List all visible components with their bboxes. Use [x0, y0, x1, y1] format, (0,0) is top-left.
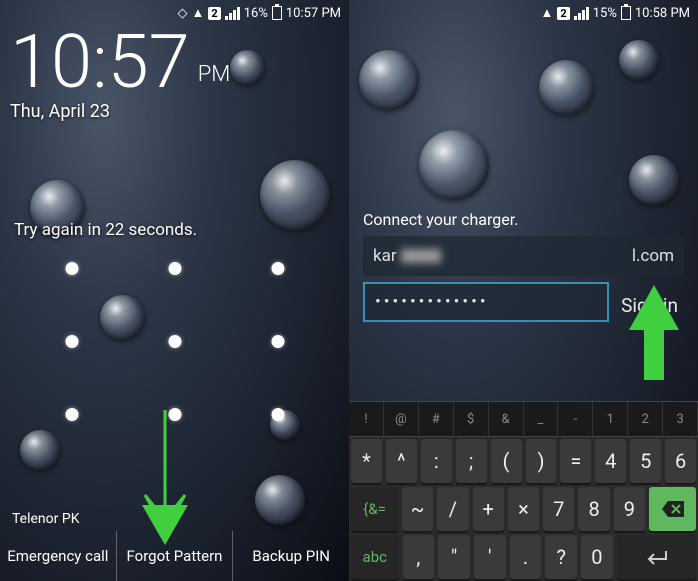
battery-icon: .phone:first-child .batt::after{height:1… [272, 6, 282, 20]
key[interactable]: ' [474, 535, 506, 579]
pattern-dot[interactable] [168, 335, 181, 348]
key[interactable]: ( [491, 439, 522, 483]
key[interactable]: 0 [581, 535, 613, 579]
right-phone: ▲ 2 15% .phone:last-child .batt::after{h… [349, 0, 698, 581]
key[interactable]: 5 [630, 439, 661, 483]
pattern-dot[interactable] [271, 335, 284, 348]
forgot-pattern-button[interactable]: Forgot Pattern [117, 531, 233, 581]
sym-key[interactable]: _ [524, 402, 559, 436]
sym-key[interactable]: ! [349, 402, 384, 436]
clock-ampm: PM [198, 65, 231, 85]
abc-toggle-key[interactable]: abc [351, 535, 399, 579]
key[interactable]: . [510, 535, 542, 579]
sym-key[interactable]: 1 [593, 402, 628, 436]
key[interactable]: ? [545, 535, 577, 579]
key[interactable]: * [351, 439, 382, 483]
sym-key[interactable]: # [419, 402, 454, 436]
carrier-label: Telenor PK [12, 511, 79, 527]
sym-key[interactable]: & [489, 402, 524, 436]
battery-percent: 15% [593, 6, 617, 21]
pattern-dot[interactable] [271, 408, 284, 421]
clock-time: 10:57 [10, 30, 190, 97]
pattern-dot[interactable] [271, 262, 284, 275]
pattern-dot[interactable] [65, 335, 78, 348]
sym-key[interactable]: @ [384, 402, 419, 436]
battery-percent: 16% [244, 6, 268, 21]
key[interactable]: + [473, 487, 504, 531]
pattern-grid[interactable] [65, 262, 284, 421]
signal-bars-icon [225, 7, 240, 20]
left-phone: ◇ ▲ 2 16% .phone:first-child .batt::afte… [0, 0, 349, 581]
sym-key[interactable]: $ [454, 402, 489, 436]
key[interactable]: ^ [386, 439, 417, 483]
pattern-dot[interactable] [168, 408, 181, 421]
key[interactable]: × [508, 487, 539, 531]
key[interactable]: / [437, 487, 468, 531]
login-form: kar l.com ••••••••••••• Sign in [363, 236, 684, 328]
key[interactable]: = [560, 439, 591, 483]
connect-charger-message: Connect your charger. [363, 210, 518, 229]
status-time: 10:57 PM [286, 6, 341, 21]
emergency-call-button[interactable]: Emergency call [0, 531, 116, 581]
annotation-arrow-icon [130, 400, 200, 550]
email-field[interactable]: kar l.com [363, 236, 684, 276]
status-bar: ▲ 2 15% .phone:last-child .batt::after{h… [349, 0, 698, 26]
password-field[interactable]: ••••••••••••• [363, 282, 609, 322]
redacted-text [401, 249, 441, 263]
lockscreen-clock: 10:57 PM Thu, April 23 [10, 30, 230, 122]
key[interactable]: , [403, 535, 435, 579]
key[interactable]: " [438, 535, 470, 579]
key[interactable]: 4 [595, 439, 626, 483]
status-bar: ◇ ▲ 2 16% .phone:first-child .batt::afte… [0, 0, 349, 26]
pattern-dot[interactable] [65, 408, 78, 421]
key[interactable]: 8 [578, 487, 609, 531]
signal-bars-icon [574, 7, 589, 20]
sym-key[interactable]: 3 [663, 402, 698, 436]
wifi-icon: ◇ [178, 6, 188, 21]
key[interactable]: 9 [614, 487, 645, 531]
key[interactable]: 7 [543, 487, 574, 531]
sim-indicator: 2 [557, 7, 569, 20]
symbol-row: !@#$&_-123 [349, 401, 698, 437]
keyboard: !@#$&_-123 *^:;()=456 {&= ~/+× 789 abc ,… [349, 401, 698, 581]
sym-key[interactable]: - [558, 402, 593, 436]
status-time: 10:58 PM [635, 6, 690, 21]
pattern-dot[interactable] [65, 262, 78, 275]
try-again-message: Try again in 22 seconds. [14, 220, 197, 240]
backup-pin-button[interactable]: Backup PIN [233, 531, 349, 581]
bottom-bar: Emergency call Forgot Pattern Backup PIN [0, 531, 349, 581]
pattern-dot[interactable] [168, 262, 181, 275]
sim-indicator: 2 [208, 7, 220, 20]
backspace-key[interactable] [649, 487, 696, 531]
key[interactable]: ) [526, 439, 557, 483]
enter-key[interactable] [617, 535, 696, 579]
symbols-toggle-key[interactable]: {&= [351, 487, 398, 531]
battery-icon: .phone:last-child .batt::after{height:15… [621, 6, 631, 20]
wifi-signal-icon: ▲ [192, 5, 205, 21]
sym-key[interactable]: 2 [628, 402, 663, 436]
key[interactable]: ~ [402, 487, 433, 531]
sign-in-button[interactable]: Sign in [615, 282, 684, 328]
key[interactable]: 6 [665, 439, 696, 483]
key[interactable]: : [421, 439, 452, 483]
wifi-signal-icon: ▲ [541, 5, 554, 21]
key[interactable]: ; [456, 439, 487, 483]
